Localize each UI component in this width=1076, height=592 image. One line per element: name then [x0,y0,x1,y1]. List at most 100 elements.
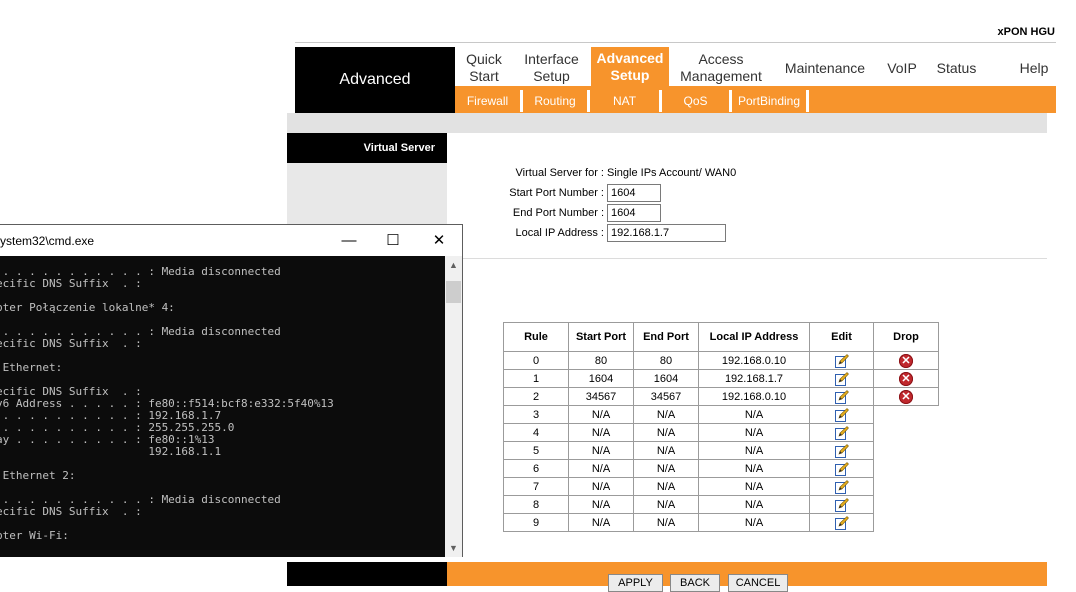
cmd-scrollbar[interactable]: ▲ ▼ [445,256,462,557]
delete-icon[interactable]: ✕ [899,353,913,368]
menu-label: Status [936,59,977,76]
end-port-cell: 80 [633,351,699,370]
minimize-icon[interactable]: — [334,229,364,251]
end-port-input[interactable]: 1604 [607,204,661,222]
edit-icon[interactable] [834,461,849,476]
menu-advanced-setup[interactable]: Advanced Setup [591,47,669,86]
brand-label: xPON HGU [997,26,1055,38]
empty-drop-cell [874,478,939,496]
menu-interface-setup[interactable]: Interface Setup [513,50,590,86]
submenu-firewall[interactable]: Firewall [455,90,523,112]
start-port-input[interactable]: 1604 [607,184,661,202]
edit-icon[interactable] [834,407,849,422]
table-row: 6 N/A N/A N/A [503,459,939,478]
local-ip-cell: 192.168.0.10 [698,351,810,370]
local-ip-cell: N/A [698,459,810,478]
edit-icon[interactable] [834,479,849,494]
end-port-label: End Port Number : [512,207,604,219]
local-ip-cell: N/A [698,477,810,496]
edit-cell [809,441,874,460]
virtual-server-table: Rule Start Port End Port Local IP Addres… [503,322,939,532]
start-port-cell: N/A [568,513,634,532]
edit-cell [809,405,874,424]
menu-label: Maintenance [784,59,866,76]
menu-label: Advanced Setup [596,49,664,83]
end-port-cell: N/A [633,441,699,460]
start-port-cell: 34567 [568,387,634,406]
rule-cell: 1 [503,369,569,388]
empty-drop-cell [874,406,939,424]
cmd-console[interactable]: . . . . . . . . . . . : Media disconnect… [0,256,445,557]
rule-cell: 5 [503,441,569,460]
edit-cell [809,513,874,532]
section-title: Advanced [295,47,455,113]
drop-cell: ✕ [873,351,939,370]
scroll-thumb[interactable] [446,281,461,303]
cmd-titlebar[interactable]: ystem32\cmd.exe — ☐ ✕ [0,225,462,256]
back-button[interactable]: BACK [670,574,720,592]
edit-icon[interactable] [834,515,849,530]
delete-icon[interactable]: ✕ [899,389,913,404]
menu-quick-start[interactable]: Quick Start [455,50,513,86]
start-port-cell: N/A [568,477,634,496]
table-row: 1 1604 1604 192.168.1.7 ✕ [503,369,939,388]
empty-drop-cell [874,424,939,442]
empty-drop-cell [874,514,939,532]
start-port-label: Start Port Number : [509,187,604,199]
table-row: 9 N/A N/A N/A [503,513,939,532]
col-start-port: Start Port [568,322,634,352]
local-ip-cell: 192.168.1.7 [698,369,810,388]
cancel-button[interactable]: CANCEL [728,574,788,592]
delete-icon[interactable]: ✕ [899,371,913,386]
cmd-window[interactable]: ystem32\cmd.exe — ☐ ✕ . . . . . . . . . … [0,224,463,557]
rule-cell: 7 [503,477,569,496]
menu-help[interactable]: Help [1006,50,1062,86]
vs-for-label: Virtual Server for : [515,167,604,179]
footer-left [287,562,447,586]
cmd-title: ystem32\cmd.exe [0,234,95,248]
rule-cell: 4 [503,423,569,442]
start-port-cell: 80 [568,351,634,370]
vs-for-value: Single IPs Account/ WAN0 [607,167,737,179]
start-port-cell: N/A [568,459,634,478]
end-port-cell: 1604 [633,369,699,388]
local-ip-cell: N/A [698,513,810,532]
scroll-down-icon[interactable]: ▼ [445,541,462,555]
menu-label: Interface Setup [524,51,579,84]
menu-label: Quick Start [466,51,502,84]
submenu-portbinding[interactable]: PortBinding [732,90,809,112]
edit-icon[interactable] [834,443,849,458]
end-port-cell: 34567 [633,387,699,406]
local-ip-input[interactable]: 192.168.1.7 [607,224,726,242]
scroll-up-icon[interactable]: ▲ [445,258,462,272]
edit-cell [809,387,874,406]
edit-icon[interactable] [834,353,849,368]
table-row: 5 N/A N/A N/A [503,441,939,460]
empty-drop-cell [874,460,939,478]
table-row: 3 N/A N/A N/A [503,405,939,424]
menu-access-management[interactable]: Access Management [669,50,773,86]
drop-cell: ✕ [873,369,939,388]
form-divider [447,258,1047,259]
submenu-routing[interactable]: Routing [523,90,590,112]
local-ip-cell: N/A [698,441,810,460]
rule-cell: 8 [503,495,569,514]
menu-voip[interactable]: VoIP [877,50,927,86]
submenu-nat[interactable]: NAT [590,90,662,112]
edit-icon[interactable] [834,389,849,404]
edit-icon[interactable] [834,371,849,386]
maximize-icon[interactable]: ☐ [378,229,408,251]
menu-status[interactable]: Status [929,50,984,86]
apply-button[interactable]: APPLY [608,574,663,592]
col-edit: Edit [809,322,874,352]
menu-maintenance[interactable]: Maintenance [776,50,874,86]
page-label: Virtual Server [287,133,447,163]
close-icon[interactable]: ✕ [424,229,454,251]
edit-cell [809,495,874,514]
rule-cell: 0 [503,351,569,370]
menu-label: Help [1019,59,1049,76]
edit-icon[interactable] [834,497,849,512]
submenu-qos[interactable]: QoS [662,90,732,112]
end-port-cell: N/A [633,423,699,442]
edit-icon[interactable] [834,425,849,440]
